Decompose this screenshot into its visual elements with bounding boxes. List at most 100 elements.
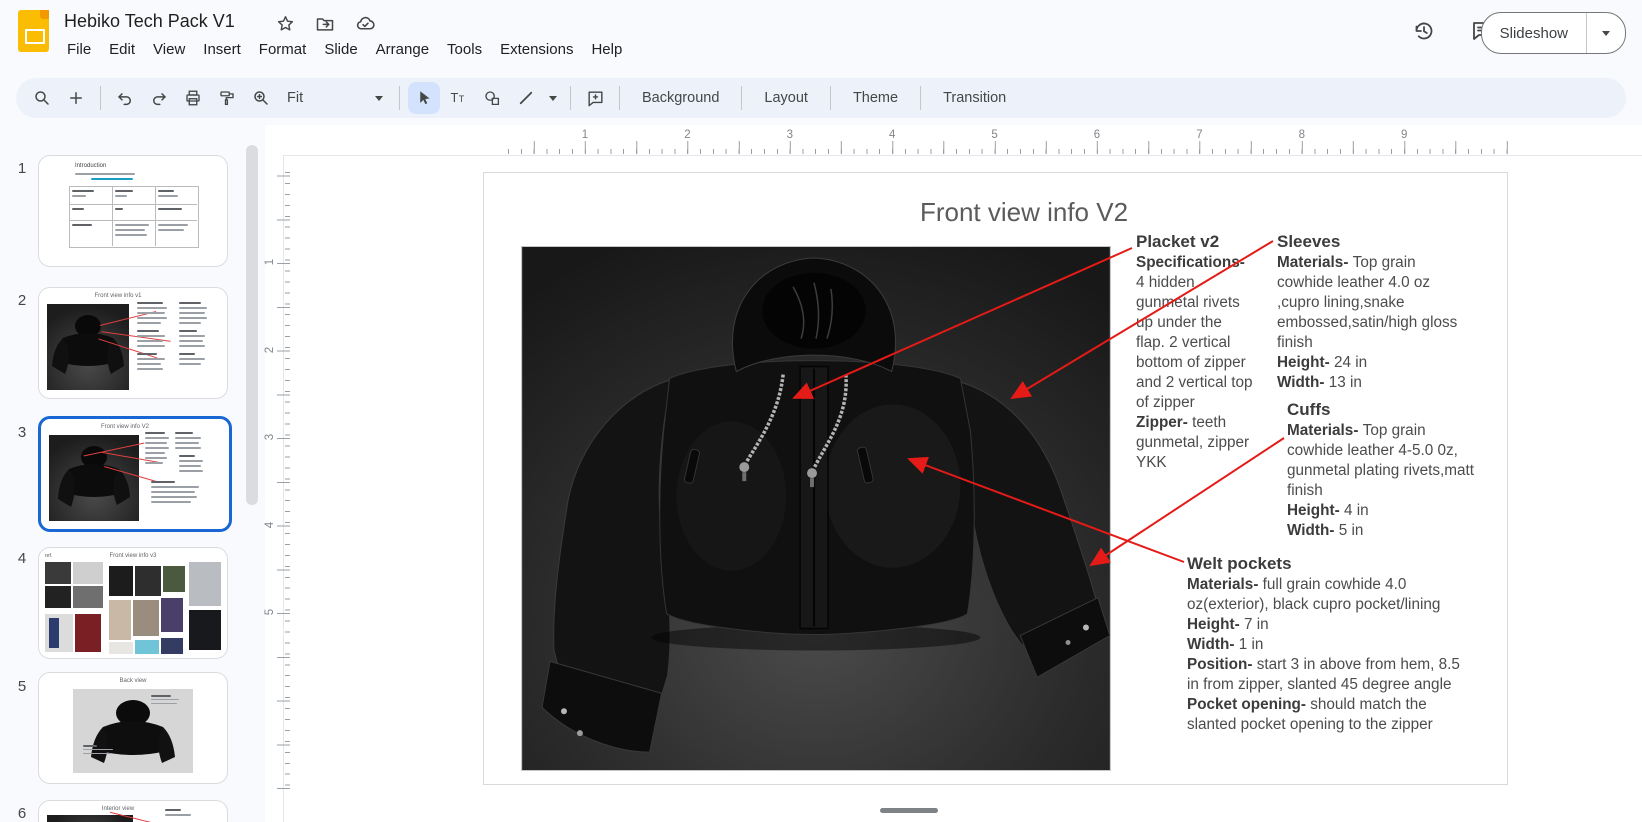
textbox-sleeves[interactable]: SleevesMaterials- Top grain cowhide leat… bbox=[1277, 231, 1473, 393]
select-tool-button[interactable] bbox=[408, 82, 440, 114]
menu-item-view[interactable]: View bbox=[144, 38, 194, 61]
annotation-paragraph: Height- 4 in bbox=[1287, 501, 1483, 521]
menu-item-help[interactable]: Help bbox=[582, 38, 631, 61]
annotation-paragraph: Materials- Top grain cowhide leather 4.0… bbox=[1277, 253, 1473, 353]
menu-item-file[interactable]: File bbox=[58, 38, 100, 61]
document-title[interactable]: Hebiko Tech Pack V1 bbox=[64, 11, 235, 32]
slide-thumbnail-4[interactable]: ref. Front view info v3 bbox=[38, 547, 228, 659]
star-icon[interactable] bbox=[276, 14, 295, 33]
h-ruler-number-2: 2 bbox=[684, 129, 690, 141]
textbox-placket[interactable]: Placket v2Specifications-4 hidden gunmet… bbox=[1136, 231, 1254, 473]
svg-text:T: T bbox=[459, 94, 465, 104]
h-ruler-number-5: 5 bbox=[991, 129, 997, 141]
menu-item-slide[interactable]: Slide bbox=[315, 38, 366, 61]
line-tool-button[interactable] bbox=[510, 82, 542, 114]
thumb6-title: Interior view bbox=[38, 806, 227, 812]
h-ruler-number-3: 3 bbox=[787, 129, 793, 141]
v-ruler-number-2: 2 bbox=[264, 346, 276, 352]
annotation-paragraph: 4 hidden gunmetal rivets up under the fl… bbox=[1136, 273, 1254, 413]
menu-item-arrange[interactable]: Arrange bbox=[367, 38, 438, 61]
paint-format-button[interactable] bbox=[211, 82, 243, 114]
menu-item-insert[interactable]: Insert bbox=[194, 38, 250, 61]
slide-thumbnail-5[interactable]: Back view bbox=[38, 672, 228, 784]
annotation-paragraph: Specifications- bbox=[1136, 253, 1254, 273]
h-ruler-number-8: 8 bbox=[1299, 129, 1305, 141]
redo-button[interactable] bbox=[143, 82, 175, 114]
annotation-heading: Welt pockets bbox=[1187, 553, 1475, 575]
annotation-paragraph: Zipper- teeth gunmetal, zipper YKK bbox=[1136, 413, 1254, 473]
shape-tool-button[interactable] bbox=[476, 82, 508, 114]
move-to-folder-icon[interactable] bbox=[315, 14, 335, 34]
menu-bar: FileEditViewInsertFormatSlideArrangeTool… bbox=[58, 38, 631, 61]
v-ruler-number-4: 4 bbox=[264, 521, 276, 527]
menu-item-edit[interactable]: Edit bbox=[100, 38, 144, 61]
slideshow-label: Slideshow bbox=[1482, 25, 1586, 42]
h-ruler-number-1: 1 bbox=[582, 129, 588, 141]
zoom-dropdown-icon bbox=[375, 96, 383, 101]
line-tool-dropdown-icon[interactable] bbox=[544, 82, 562, 114]
toolbar: Fit TT Background Layout Theme Transitio… bbox=[16, 78, 1626, 118]
slide-thumbnail-3-selected[interactable]: Front view info V2 bbox=[38, 416, 232, 532]
new-slide-button[interactable] bbox=[60, 82, 92, 114]
textbox-welt-pockets[interactable]: Welt pocketsMaterials- full grain cowhid… bbox=[1187, 553, 1475, 735]
slide-thumbnail-1[interactable]: Introduction bbox=[38, 155, 228, 267]
annotation-heading: Placket v2 bbox=[1136, 231, 1254, 253]
thumb4-title: Front view info v3 bbox=[39, 553, 227, 559]
canvas-horizontal-scrollbar[interactable] bbox=[880, 808, 938, 813]
text-box-button[interactable]: TT bbox=[442, 82, 474, 114]
annotation-paragraph: Width- 5 in bbox=[1287, 521, 1483, 541]
zoom-icon[interactable] bbox=[245, 82, 277, 114]
menu-item-extensions[interactable]: Extensions bbox=[491, 38, 582, 61]
v-ruler-number-5: 5 bbox=[264, 609, 276, 615]
version-history-icon[interactable] bbox=[1412, 19, 1436, 43]
slide-number-2: 2 bbox=[12, 292, 32, 309]
slides-logo-icon[interactable] bbox=[18, 10, 49, 52]
zoom-select[interactable]: Fit bbox=[279, 90, 391, 106]
slide-number-4: 4 bbox=[12, 550, 32, 567]
textbox-cuffs[interactable]: CuffsMaterials- Top grain cowhide leathe… bbox=[1287, 399, 1483, 541]
slide-page[interactable]: Front view info V2 bbox=[483, 172, 1508, 785]
theme-button[interactable]: Theme bbox=[839, 82, 912, 114]
slide-thumbnail-6[interactable]: Interior view bbox=[38, 800, 228, 822]
annotation-paragraph: Position- start 3 in above from hem, 8.5… bbox=[1187, 655, 1475, 695]
annotation-paragraph: Width- 1 in bbox=[1187, 635, 1475, 655]
annotation-paragraph: Pocket opening- should match the slanted… bbox=[1187, 695, 1475, 735]
annotation-heading: Sleeves bbox=[1277, 231, 1473, 253]
menu-item-format[interactable]: Format bbox=[250, 38, 316, 61]
slide-title-textbox[interactable]: Front view info V2 bbox=[814, 197, 1234, 228]
annotation-paragraph: Width- 13 in bbox=[1277, 373, 1473, 393]
slide-number-1: 1 bbox=[12, 160, 32, 177]
slide-number-3: 3 bbox=[12, 424, 32, 441]
layout-button[interactable]: Layout bbox=[750, 82, 822, 114]
menu-item-tools[interactable]: Tools bbox=[438, 38, 491, 61]
slideshow-dropdown[interactable] bbox=[1586, 13, 1625, 53]
editing-canvas: 123456789 12345 Front view info V2 bbox=[265, 125, 1642, 822]
transition-button[interactable]: Transition bbox=[929, 82, 1020, 114]
annotation-heading: Cuffs bbox=[1287, 399, 1483, 421]
svg-text:T: T bbox=[451, 90, 459, 105]
logo-page-glyph bbox=[25, 29, 45, 44]
undo-button[interactable] bbox=[109, 82, 141, 114]
annotation-paragraph: Height- 24 in bbox=[1277, 353, 1473, 373]
annotation-paragraph: Height- 7 in bbox=[1187, 615, 1475, 635]
filmstrip-scrollbar[interactable] bbox=[246, 145, 258, 505]
zoom-value: Fit bbox=[287, 90, 303, 106]
slide-thumbnail-2[interactable]: Front view info v1 bbox=[38, 287, 228, 399]
print-button[interactable] bbox=[177, 82, 209, 114]
search-menus-button[interactable] bbox=[26, 82, 58, 114]
h-ruler-number-4: 4 bbox=[889, 129, 895, 141]
h-ruler-number-6: 6 bbox=[1094, 129, 1100, 141]
thumb3-title: Front view info V2 bbox=[38, 424, 229, 430]
thumb5-title: Back view bbox=[39, 678, 227, 684]
background-button[interactable]: Background bbox=[628, 82, 733, 114]
v-ruler-number-3: 3 bbox=[264, 434, 276, 440]
thumb2-title: Front view info v1 bbox=[38, 293, 227, 299]
v-ruler-number-1: 1 bbox=[264, 259, 276, 265]
slideshow-button[interactable]: Slideshow bbox=[1481, 12, 1626, 54]
logo-fold bbox=[40, 10, 49, 19]
insert-comment-button[interactable] bbox=[579, 82, 611, 114]
cloud-saved-icon[interactable] bbox=[355, 13, 376, 34]
jacket-image[interactable] bbox=[521, 246, 1111, 771]
annotation-paragraph: Materials- full grain cowhide 4.0 oz(ext… bbox=[1187, 575, 1475, 615]
annotation-paragraph: Materials- Top grain cowhide leather 4-5… bbox=[1287, 421, 1483, 501]
